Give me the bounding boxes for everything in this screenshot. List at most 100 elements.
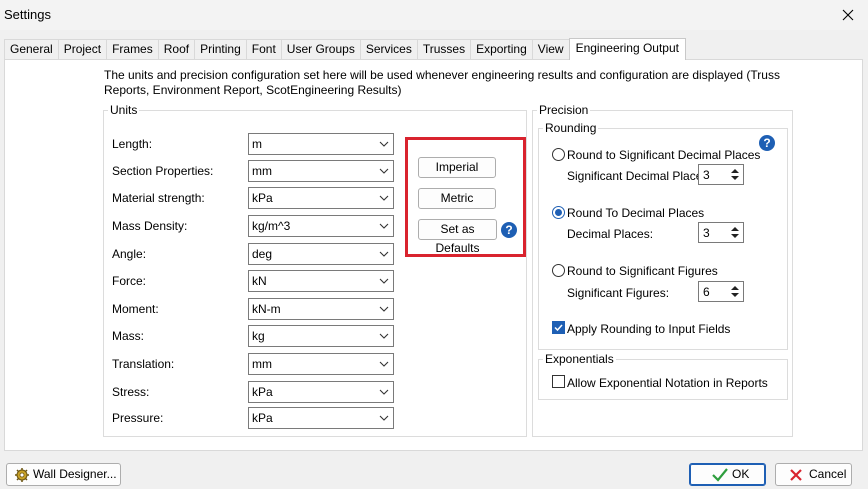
close-icon bbox=[790, 469, 802, 481]
tab-engineering-output[interactable]: Engineering Output bbox=[568, 38, 686, 60]
length-value: m bbox=[252, 137, 262, 151]
tab-strip: General Project Frames Roof Printing Fon… bbox=[4, 38, 686, 60]
length-select[interactable]: m bbox=[248, 133, 394, 155]
angle-select[interactable]: deg bbox=[248, 243, 394, 265]
wall-designer-label: Wall Designer... bbox=[33, 467, 117, 481]
checkmark-icon bbox=[712, 468, 728, 482]
significant-decimal-places-label: Significant Decimal Places: bbox=[567, 169, 712, 183]
moment-value: kN-m bbox=[252, 302, 281, 316]
tab-exporting[interactable]: Exporting bbox=[470, 39, 533, 60]
spin-arrows-icon bbox=[731, 286, 739, 297]
metric-button[interactable]: Metric bbox=[418, 188, 496, 209]
material-strength-value: kPa bbox=[252, 191, 273, 205]
significant-figures-spinner[interactable]: 6 bbox=[698, 281, 744, 302]
cancel-button[interactable]: Cancel bbox=[775, 463, 852, 486]
stress-select[interactable]: kPa bbox=[248, 381, 394, 403]
unit-label-length: Length: bbox=[112, 137, 153, 151]
apply-rounding-input-checkbox[interactable] bbox=[552, 321, 565, 334]
help-icon[interactable]: ? bbox=[501, 222, 517, 238]
unit-label-mass: Mass: bbox=[112, 329, 145, 343]
tab-frames[interactable]: Frames bbox=[106, 39, 159, 60]
mass-density-value: kg/m^3 bbox=[252, 219, 291, 233]
unit-label-mass-density: Mass Density: bbox=[112, 219, 188, 233]
round-significant-decimal-radio[interactable] bbox=[552, 148, 565, 161]
set-as-defaults-button[interactable]: Set as Defaults bbox=[418, 219, 497, 255]
round-significant-figures-label: Round to Significant Figures bbox=[567, 264, 718, 278]
tab-view[interactable]: View bbox=[531, 39, 570, 60]
chevron-down-icon bbox=[379, 141, 389, 147]
spin-arrows-icon bbox=[731, 227, 739, 238]
section-properties-value: mm bbox=[252, 164, 272, 178]
title-bar: Settings bbox=[0, 0, 868, 30]
tab-project[interactable]: Project bbox=[57, 39, 108, 60]
unit-label-force: Force: bbox=[112, 274, 147, 288]
force-value: kN bbox=[252, 274, 267, 288]
checkmark-icon bbox=[554, 324, 563, 332]
exponentials-group-label: Exponentials bbox=[543, 352, 616, 366]
significant-decimal-places-value: 3 bbox=[703, 168, 710, 182]
decimal-places-label: Decimal Places: bbox=[567, 227, 654, 241]
mass-density-select[interactable]: kg/m^3 bbox=[248, 215, 394, 237]
stress-value: kPa bbox=[252, 385, 273, 399]
round-significant-decimal-label: Round to Significant Decimal Places bbox=[567, 148, 761, 162]
window-title: Settings bbox=[4, 7, 51, 22]
significant-decimal-places-spinner[interactable]: 3 bbox=[698, 164, 744, 185]
unit-label-moment: Moment: bbox=[112, 302, 159, 316]
mass-select[interactable]: kg bbox=[248, 325, 394, 347]
tab-roof[interactable]: Roof bbox=[157, 39, 196, 60]
translation-select[interactable]: mm bbox=[248, 353, 394, 375]
section-properties-select[interactable]: mm bbox=[248, 160, 394, 182]
precision-group-label: Precision bbox=[537, 103, 591, 117]
tab-general[interactable]: General bbox=[4, 39, 59, 60]
ok-button[interactable]: OK bbox=[689, 463, 766, 486]
tab-user-groups[interactable]: User Groups bbox=[280, 39, 361, 60]
unit-label-stress: Stress: bbox=[112, 385, 150, 399]
unit-label-angle: Angle: bbox=[112, 247, 147, 261]
tab-services[interactable]: Services bbox=[359, 39, 418, 60]
apply-rounding-input-label: Apply Rounding to Input Fields bbox=[567, 322, 731, 336]
translation-value: mm bbox=[252, 357, 272, 371]
close-button[interactable] bbox=[828, 0, 868, 30]
units-group-label: Units bbox=[108, 103, 140, 117]
decimal-places-spinner[interactable]: 3 bbox=[698, 222, 744, 243]
unit-label-section-properties: Section Properties: bbox=[112, 164, 214, 178]
help-icon[interactable]: ? bbox=[759, 135, 775, 151]
gear-icon bbox=[15, 468, 29, 482]
description-text: The units and precision configuration se… bbox=[104, 68, 780, 97]
cancel-label: Cancel bbox=[809, 467, 847, 481]
chevron-down-icon bbox=[379, 168, 389, 174]
pressure-select[interactable]: kPa bbox=[248, 407, 394, 429]
allow-exponential-label: Allow Exponential Notation in Reports bbox=[567, 376, 768, 390]
material-strength-select[interactable]: kPa bbox=[248, 187, 394, 209]
tab-printing[interactable]: Printing bbox=[194, 39, 247, 60]
chevron-down-icon bbox=[379, 306, 389, 312]
wall-designer-button[interactable]: Wall Designer... bbox=[6, 463, 121, 486]
chevron-down-icon bbox=[379, 195, 389, 201]
round-decimal-places-radio[interactable] bbox=[552, 206, 565, 219]
round-decimal-places-label: Round To Decimal Places bbox=[567, 206, 705, 220]
chevron-down-icon bbox=[379, 278, 389, 284]
decimal-places-value: 3 bbox=[703, 226, 710, 240]
significant-figures-label: Significant Figures: bbox=[567, 286, 670, 300]
imperial-button[interactable]: Imperial bbox=[418, 157, 496, 178]
tab-font[interactable]: Font bbox=[245, 39, 282, 60]
close-icon bbox=[842, 9, 854, 21]
chevron-down-icon bbox=[379, 415, 389, 421]
chevron-down-icon bbox=[379, 223, 389, 229]
force-select[interactable]: kN bbox=[248, 270, 394, 292]
round-significant-figures-radio[interactable] bbox=[552, 264, 565, 277]
chevron-down-icon bbox=[379, 389, 389, 395]
tab-trusses[interactable]: Trusses bbox=[416, 39, 472, 60]
unit-label-material-strength: Material strength: bbox=[112, 191, 205, 205]
pressure-value: kPa bbox=[252, 411, 273, 425]
chevron-down-icon bbox=[379, 333, 389, 339]
chevron-down-icon bbox=[379, 251, 389, 257]
ok-label: OK bbox=[732, 467, 750, 481]
rounding-group-label: Rounding bbox=[543, 121, 599, 135]
moment-select[interactable]: kN-m bbox=[248, 298, 394, 320]
chevron-down-icon bbox=[379, 361, 389, 367]
allow-exponential-checkbox[interactable] bbox=[552, 375, 565, 388]
angle-value: deg bbox=[252, 247, 273, 261]
unit-label-translation: Translation: bbox=[112, 357, 175, 371]
mass-value: kg bbox=[252, 329, 265, 343]
